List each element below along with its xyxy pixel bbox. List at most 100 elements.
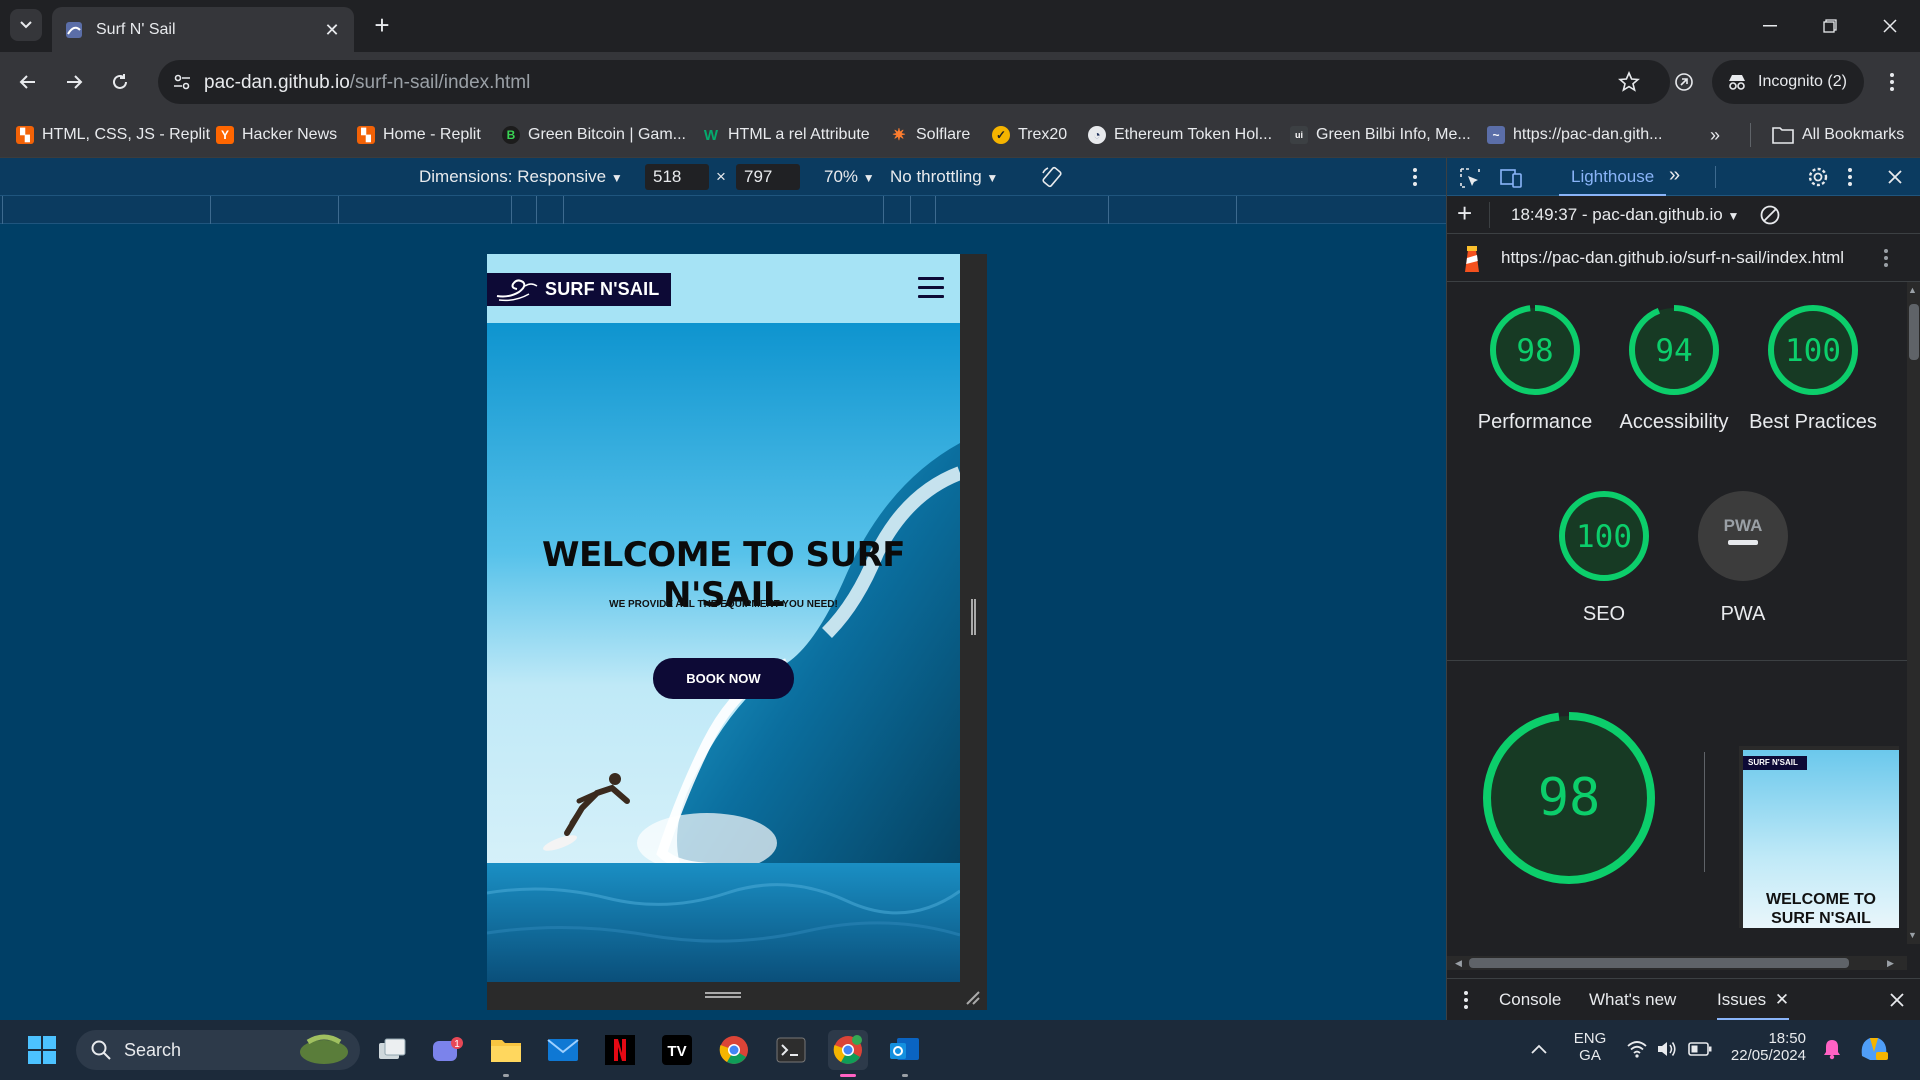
language-indicator[interactable]: ENG GA (1562, 1030, 1618, 1064)
zoom-select[interactable]: 70% ▼ (824, 167, 875, 187)
lighthouse-icon (1465, 246, 1479, 272)
gear-icon[interactable] (1807, 166, 1829, 188)
book-now-button[interactable]: BOOK NOW (653, 658, 794, 699)
drawer-tab-console[interactable]: Console (1499, 990, 1561, 1010)
scroll-down-icon: ▼ (1908, 930, 1917, 940)
chrome-icon[interactable] (714, 1030, 754, 1070)
gauge-label: Accessibility (1619, 411, 1729, 433)
chevron-up-icon[interactable] (1530, 1042, 1548, 1056)
hamburger-menu-icon[interactable] (918, 277, 944, 299)
back-button[interactable] (12, 66, 44, 98)
incognito-button[interactable]: Incognito (2) (1712, 60, 1864, 104)
outlook-icon[interactable] (885, 1030, 925, 1070)
minimize-icon[interactable] (1756, 12, 1784, 40)
big-performance-gauge[interactable]: 98 (1481, 710, 1657, 886)
bookmark-item[interactable]: ▚ Home - Replit (357, 120, 481, 150)
more-vert-icon[interactable] (1847, 167, 1853, 187)
dimensions-select[interactable]: Dimensions: Responsive ▼ (419, 167, 623, 187)
bookmark-item[interactable]: B Green Bitcoin | Gam... (502, 120, 686, 150)
solflare-icon: ✷ (892, 127, 906, 144)
gauge-best-practices[interactable]: 100 (1765, 302, 1861, 398)
gauge-performance[interactable]: 98 (1487, 302, 1583, 398)
report-url[interactable]: https://pac-dan.github.io/surf-n-sail/in… (1501, 248, 1844, 268)
gauge-pwa[interactable]: PWA (1695, 488, 1791, 584)
zoom-label: 70% (824, 167, 859, 186)
site-logo[interactable]: SURF N'SAIL (487, 273, 671, 306)
vertical-scrollbar[interactable]: ▲ ▼ (1907, 282, 1920, 944)
bookmark-item[interactable]: Y Hacker News (216, 120, 337, 150)
more-vert-icon[interactable] (1463, 990, 1469, 1010)
clock[interactable]: 18:50 22/05/2024 (1720, 1030, 1806, 1064)
drawer-tab-whats-new[interactable]: What's new (1589, 990, 1676, 1010)
forward-button[interactable] (58, 66, 90, 98)
volume-icon[interactable] (1656, 1040, 1678, 1058)
file-explorer-icon[interactable] (486, 1030, 526, 1070)
close-window-icon[interactable] (1876, 12, 1904, 40)
bookmark-item[interactable]: ui Green Bilbi Info, Me... (1290, 120, 1471, 150)
address-bar[interactable]: pac-dan.github.io/surf-n-sail/index.html (158, 60, 1670, 104)
task-view-icon[interactable] (372, 1030, 412, 1070)
replit-icon: ▚ (357, 126, 375, 144)
bookmark-item[interactable]: ▚ HTML, CSS, JS - Replit (16, 120, 210, 150)
extension-button[interactable] (1668, 66, 1700, 98)
chrome-dev-icon[interactable] (828, 1030, 868, 1070)
inspect-element-icon[interactable] (1459, 167, 1481, 189)
bookmark-item[interactable]: W HTML a rel Attribute (702, 120, 870, 150)
more-vert-icon[interactable] (1883, 248, 1889, 268)
new-tab-button[interactable]: + (368, 12, 396, 40)
scrollbar-thumb (1469, 958, 1849, 968)
more-tabs-icon[interactable]: » (1669, 164, 1680, 187)
height-input[interactable]: 797 (736, 164, 800, 190)
tab-lighthouse[interactable]: Lighthouse (1559, 158, 1667, 196)
bookmark-item[interactable]: ◔ Ethereum Token Hol... (1088, 120, 1272, 150)
device-toggle-icon[interactable] (1499, 167, 1523, 189)
battery-icon[interactable] (1688, 1041, 1712, 1057)
more-vert-icon[interactable] (1412, 167, 1418, 187)
bookmark-item[interactable]: ✷ Solflare (890, 120, 970, 150)
bookmark-item[interactable]: ~ https://pac-dan.gith... (1487, 120, 1662, 150)
all-bookmarks-label: All Bookmarks (1802, 126, 1905, 143)
browser-tab[interactable]: Surf N' Sail ✕ (52, 7, 354, 52)
browser-menu-button[interactable] (1876, 66, 1908, 98)
gauge-accessibility[interactable]: 94 (1626, 302, 1722, 398)
mail-icon[interactable] (543, 1030, 583, 1070)
tab-search-button[interactable] (10, 9, 42, 41)
screenshot-thumbnail[interactable]: SURF N'SAIL WELCOME TO SURF N'SAIL (1739, 746, 1899, 928)
teams-icon[interactable]: 1 (428, 1030, 468, 1070)
horizontal-scrollbar[interactable]: ◀ ▶ (1447, 956, 1907, 970)
gauge-seo[interactable]: 100 (1556, 488, 1652, 584)
notification-bell-icon[interactable] (1822, 1038, 1842, 1060)
wifi-icon[interactable] (1626, 1040, 1648, 1058)
tradingview-icon[interactable]: TV (657, 1030, 697, 1070)
throttling-select[interactable]: No throttling ▼ (890, 167, 998, 187)
resize-handle-right[interactable] (960, 254, 987, 982)
clear-icon[interactable] (1759, 204, 1781, 226)
all-bookmarks-button[interactable]: All Bookmarks (1772, 120, 1904, 150)
restore-icon[interactable] (1816, 12, 1844, 40)
rotate-icon[interactable] (1040, 165, 1064, 189)
new-report-icon[interactable]: + (1457, 200, 1472, 226)
close-icon[interactable]: ✕ (1775, 990, 1789, 1009)
bookmark-item[interactable]: ✓ Trex20 (992, 120, 1067, 150)
netflix-icon[interactable] (600, 1030, 640, 1070)
terminal-icon[interactable] (771, 1030, 811, 1070)
drawer-tab-issues[interactable]: Issues ✕ (1717, 990, 1790, 1020)
thumb-logo: SURF N'SAIL (1743, 756, 1807, 770)
copilot-icon[interactable] (1858, 1034, 1890, 1064)
resize-handle-bottom[interactable] (487, 982, 987, 1010)
site-info-icon[interactable] (172, 72, 192, 92)
star-icon[interactable] (1618, 71, 1640, 93)
bookmarks-overflow-icon[interactable]: » (1710, 120, 1720, 150)
reload-button[interactable] (104, 66, 136, 98)
windows-start-icon[interactable] (22, 1030, 62, 1070)
close-devtools-icon[interactable] (1887, 169, 1903, 185)
media-query-bar[interactable] (0, 196, 1446, 224)
close-drawer-icon[interactable] (1889, 992, 1905, 1008)
close-tab-icon[interactable]: ✕ (322, 20, 342, 40)
taskbar-search[interactable]: Search (76, 1030, 360, 1070)
svg-text:100: 100 (1576, 519, 1632, 555)
report-select[interactable]: 18:49:37 - pac-dan.github.io ▼ (1511, 205, 1739, 225)
emulated-viewport: SURF N'SAIL WELCOME TO SURF N'SAIL WE PR… (0, 224, 1446, 1020)
width-input[interactable]: 518 (645, 164, 709, 190)
resize-corner-icon[interactable] (965, 990, 981, 1006)
